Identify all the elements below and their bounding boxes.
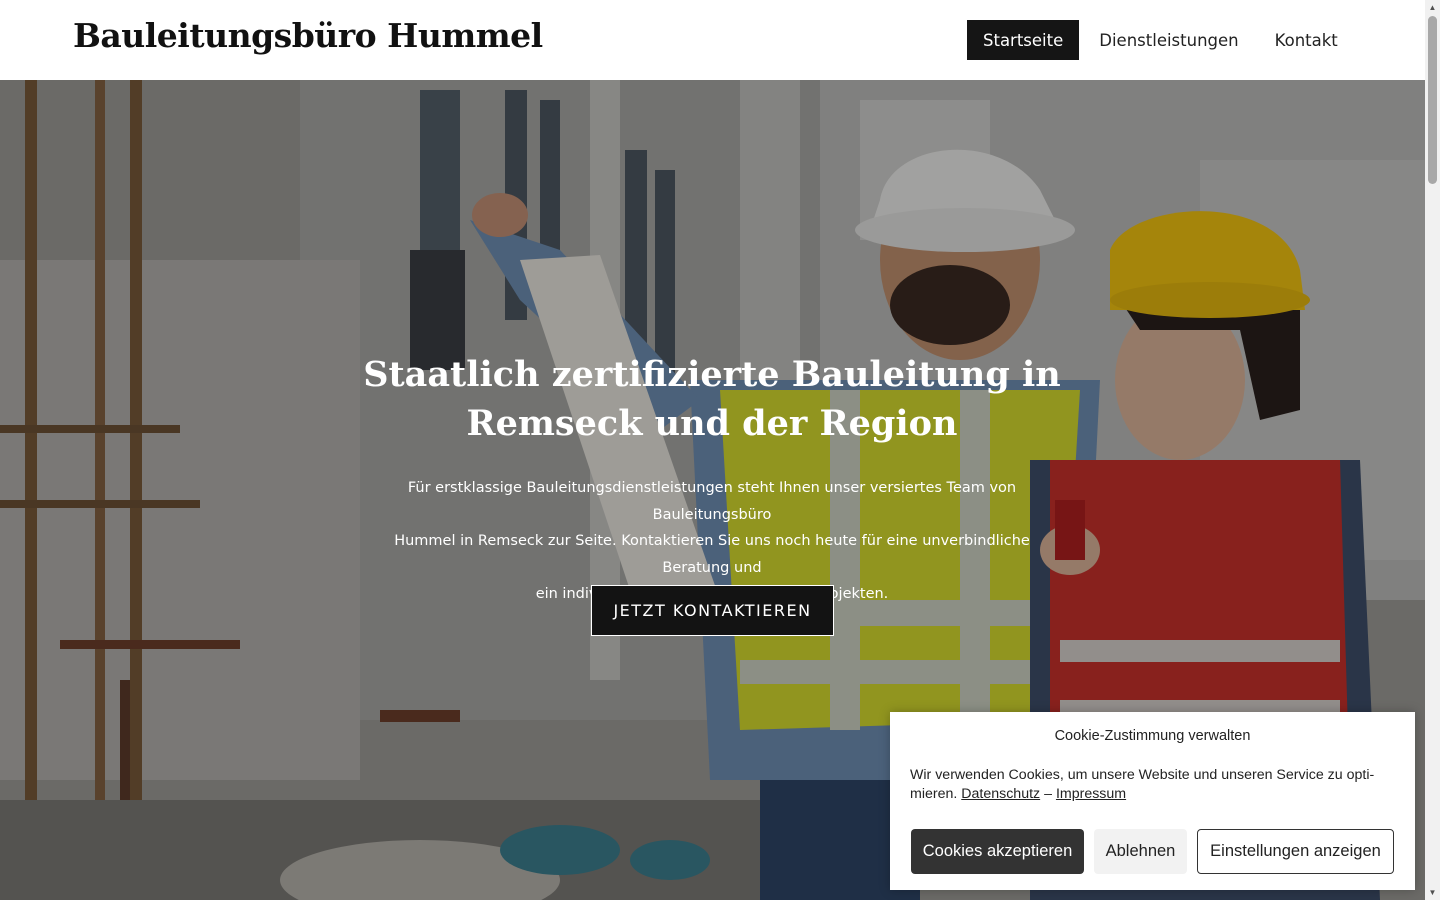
hero-description-line-2: Hummel in Remseck zur Seite. Kontaktiere… — [394, 533, 1030, 576]
site-logo-text[interactable]: Bauleitungsbüro Hummel — [73, 16, 543, 55]
privacy-link[interactable]: Datenschutz — [961, 786, 1040, 802]
page: Bauleitungsbüro Hummel Startseite Dienst… — [0, 0, 1425, 900]
nav-item-startseite[interactable]: Startseite — [967, 20, 1080, 60]
page-scrollbar[interactable]: ▲ ▼ — [1425, 0, 1440, 900]
contact-now-button[interactable]: JETZT KONTAKTIEREN — [591, 585, 834, 636]
cookie-banner-text: Wir verwenden Cookies, um unsere Website… — [910, 766, 1380, 804]
hero-heading-line-1: Staatlich zertifizierte Bauleitung in — [363, 354, 1061, 395]
cookie-settings-button[interactable]: Einstellungen anzeigen — [1197, 829, 1394, 874]
cookie-banner-title: Cookie-Zustimmung verwalten — [1054, 728, 1251, 744]
scroll-down-icon[interactable]: ▼ — [1425, 885, 1440, 900]
hero-description-line-1: Für erstklassige Bauleitungsdienstleistu… — [407, 480, 1017, 523]
accept-cookies-button[interactable]: Cookies akzeptieren — [911, 829, 1084, 874]
site-header: Bauleitungsbüro Hummel Startseite Dienst… — [0, 0, 1425, 80]
imprint-link[interactable]: Impressum — [1056, 786, 1126, 802]
cookie-text-line-1: Wir verwenden Cookies, um unsere Website… — [910, 767, 1375, 783]
scrollbar-thumb[interactable] — [1428, 16, 1437, 184]
deny-cookies-button[interactable]: Ablehnen — [1094, 829, 1187, 874]
hero-heading-line-2: Remseck und der Region — [466, 403, 958, 444]
link-separator: – — [1044, 786, 1052, 802]
cookie-text-line-2: mieren. — [910, 786, 958, 802]
nav-item-kontakt[interactable]: Kontakt — [1259, 20, 1354, 60]
cookie-consent-banner: Cookie-Zustimmung verwalten Wir verwende… — [890, 712, 1415, 890]
hero-heading: Staatlich zertifizierte Bauleitung in Re… — [312, 350, 1112, 448]
nav-item-dienstleistungen[interactable]: Dienstleistungen — [1083, 20, 1254, 60]
main-navigation: Startseite Dienstleistungen Kontakt — [967, 20, 1358, 60]
scroll-up-icon[interactable]: ▲ — [1425, 0, 1440, 15]
